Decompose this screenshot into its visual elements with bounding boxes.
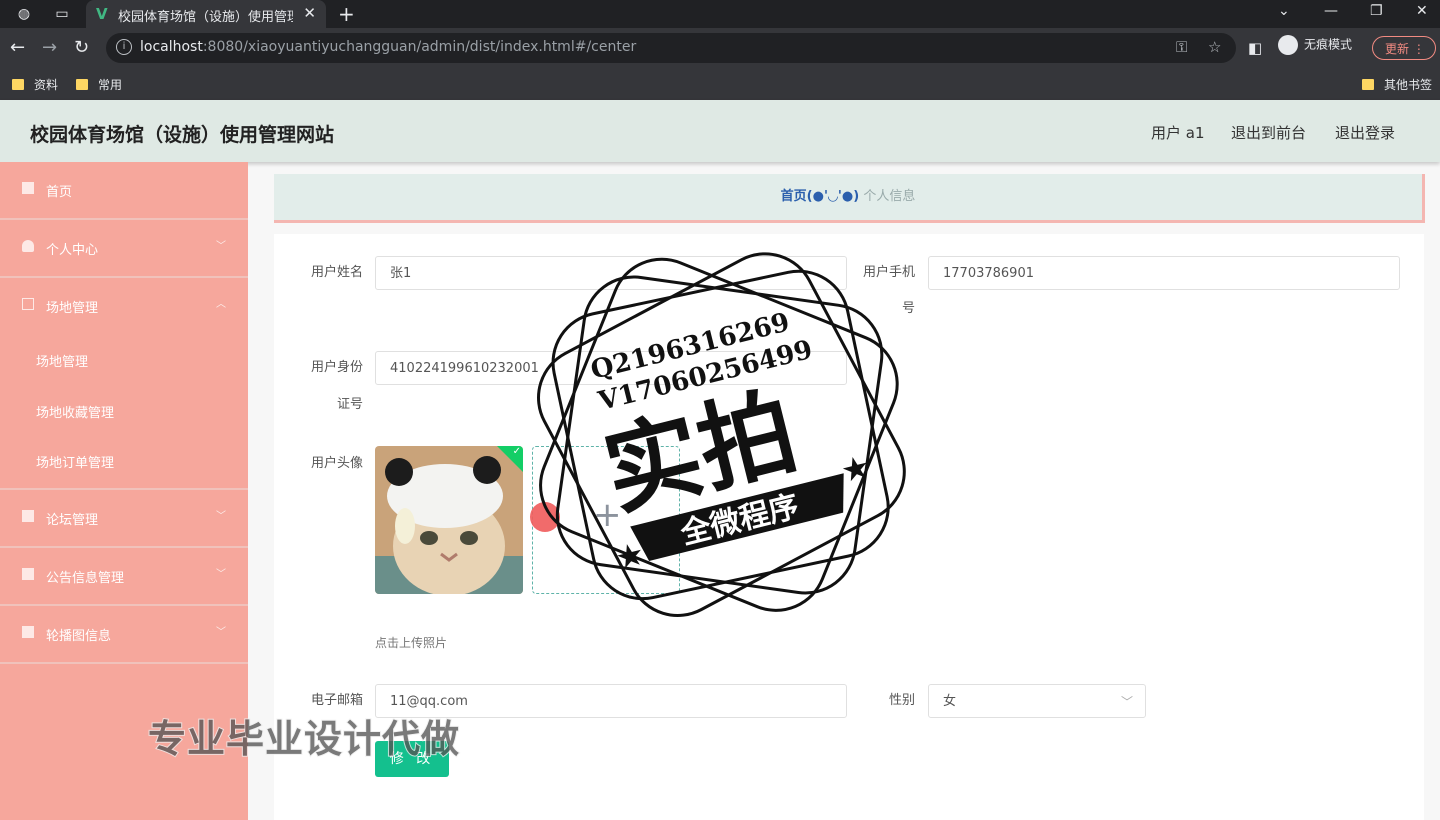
logout-link[interactable]: 退出登录 [1335,122,1395,143]
breadcrumb-home[interactable]: 首页 [781,189,807,204]
briefcase-icon [22,510,34,522]
upload-hint: 点击上传照片 [375,636,448,650]
browser-toolbar: ← → ↻ i localhost:8080/xiaoyuantiyuchang… [0,28,1440,68]
home-icon [22,182,34,194]
sidebar-item-label: 公告信息管理 [46,571,125,586]
sidebar-item-label: 轮播图信息 [46,629,112,644]
folder-icon [12,79,24,90]
browser-tab[interactable]: V 校园体育场馆（设施）使用管理网 ✕ [86,0,326,28]
sidebar-item-label: 个人中心 [46,243,99,258]
vue-logo-icon: V [96,5,108,23]
chevron-up-icon: ︿ [216,299,226,310]
sidebar-item-personal-center[interactable]: 个人中心 ﹀ [0,220,248,278]
other-bookmarks[interactable]: 其他书签 [1362,76,1432,93]
key-icon[interactable]: ⚿ [1176,38,1187,56]
gender-label: 性别 [888,693,915,708]
sidebar-item-label: 场地管理 [46,301,99,316]
incognito-icon [1278,35,1298,55]
sidebar-item-home[interactable]: 首页 [0,162,248,220]
watermark-stamp: Q2196316269 V17060256499 实拍 全微程序 ★ ★ [530,240,910,625]
star-icon[interactable]: ☆ [1208,38,1221,56]
reload-icon[interactable]: ↻ [74,37,89,58]
chevron-down-icon: ﹀ [216,569,226,580]
bookmark-folder[interactable]: 常用 [76,76,122,93]
site-title: 校园体育场馆（设施）使用管理网站 [30,124,335,146]
back-icon[interactable]: ← [10,37,25,58]
bookmarks-bar: 资料 常用 其他书签 [0,68,1440,101]
url-text: localhost:8080/xiaoyuantiyuchangguan/adm… [140,39,637,55]
chevron-down-icon: ﹀ [216,627,226,638]
sidebar-sub-venue[interactable]: 场地管理 [36,351,88,370]
side-panel-icon[interactable]: ◧ [1248,39,1262,57]
tab-list-icon[interactable]: ▭ [52,4,72,24]
clipboard-icon [22,626,34,638]
name-label: 用户姓名 [310,265,363,280]
user-icon [22,240,34,252]
chevron-down-icon: ﹀ [216,241,226,252]
chevron-down-icon: ﹀ [216,511,226,522]
sidebar-item-label: 论坛管理 [46,513,99,528]
sidebar-item-venue-management[interactable]: 场地管理 ︿ [0,278,248,334]
sidebar-item-label: 首页 [46,185,73,200]
globe-icon[interactable]: ◍ [14,4,34,24]
avatar-label: 用户头像 [310,456,363,471]
grid-icon [22,568,34,580]
app-header: 校园体育场馆（设施）使用管理网站 用户 a1 退出到前台 退出登录 [0,100,1440,162]
check-icon: ✓ [512,446,521,457]
site-info-icon[interactable]: i [116,39,132,55]
close-tab-icon[interactable]: ✕ [303,4,316,22]
sidebar-sub-venue-favorites[interactable]: 场地收藏管理 [36,402,114,421]
browser-tabbar: ◍ ▭ V 校园体育场馆（设施）使用管理网 ✕ + ⌄ — ❐ ✕ [0,0,1440,28]
user-label: 用户 a1 [1151,124,1205,142]
phone-input[interactable]: 17703786901 [928,256,1400,290]
breadcrumb-emoji: (●'◡'●) [806,189,860,204]
gender-value: 女 [943,694,957,709]
sidebar-item-carousel[interactable]: 轮播图信息 ﹀ [0,606,248,664]
tab-title: 校园体育场馆（设施）使用管理网 [118,10,293,25]
sidebar-item-announcements[interactable]: 公告信息管理 ﹀ [0,548,248,606]
id-label: 用户身份 [310,360,363,375]
sidebar-sub-venue-orders[interactable]: 场地订单管理 [36,452,114,471]
venue-icon [22,298,34,310]
breadcrumb: 首页(●'◡'●) 个人信息 [274,174,1425,223]
update-button[interactable]: 更新 ⋮ [1372,36,1436,60]
watermark-text: 专业毕业设计代做 [147,716,461,762]
forward-icon[interactable]: → [42,37,57,58]
id-label-cont: 证号 [336,397,363,412]
new-tab-icon[interactable]: + [338,2,355,26]
breadcrumb-current: 个人信息 [863,189,916,204]
close-window-icon[interactable]: ✕ [1416,3,1428,19]
bookmark-folder[interactable]: 资料 [12,76,58,93]
gender-select[interactable]: 女 ﹀ [928,684,1146,718]
chevron-down-icon[interactable]: ⌄ [1278,3,1290,19]
folder-icon [1362,79,1374,90]
folder-icon [76,79,88,90]
avatar-image[interactable]: ✓ [375,446,523,594]
sidebar-item-forum[interactable]: 论坛管理 ﹀ [0,488,248,548]
address-bar[interactable]: i localhost:8080/xiaoyuantiyuchangguan/a… [106,33,1236,63]
minimize-icon[interactable]: — [1324,3,1338,19]
chevron-down-icon: ﹀ [1120,695,1133,709]
restore-icon[interactable]: ❐ [1370,3,1383,19]
incognito-indicator[interactable]: 无痕模式 [1278,35,1352,55]
back-to-front-link[interactable]: 退出到前台 [1231,122,1306,143]
